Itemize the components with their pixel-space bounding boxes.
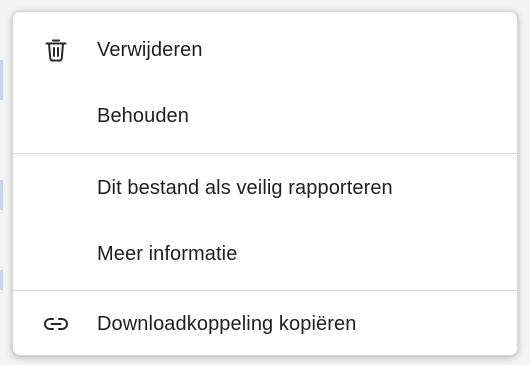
menu-item-delete[interactable]: Verwijderen xyxy=(13,15,517,85)
menu-item-report-safe[interactable]: Dit bestand als veilig rapporteren xyxy=(13,153,517,223)
link-icon xyxy=(41,309,71,339)
menu-item-label: Verwijderen xyxy=(97,38,203,61)
menu-item-label: Downloadkoppeling kopiëren xyxy=(97,312,357,335)
menu-item-label: Behouden xyxy=(97,104,190,127)
trash-icon xyxy=(41,35,71,65)
download-context-menu: Verwijderen Behouden Dit bestand als vei… xyxy=(12,11,518,356)
background-edge xyxy=(0,180,3,210)
menu-item-more-info[interactable]: Meer informatie xyxy=(13,219,517,289)
menu-item-keep[interactable]: Behouden xyxy=(13,81,517,151)
menu-item-label: Dit bestand als veilig rapporteren xyxy=(97,176,393,199)
menu-item-copy-download-link[interactable]: Downloadkoppeling kopiëren xyxy=(13,292,517,356)
background-edge xyxy=(0,60,3,100)
menu-item-label: Meer informatie xyxy=(97,242,238,265)
menu-divider xyxy=(13,290,517,291)
background-edge xyxy=(0,270,3,290)
